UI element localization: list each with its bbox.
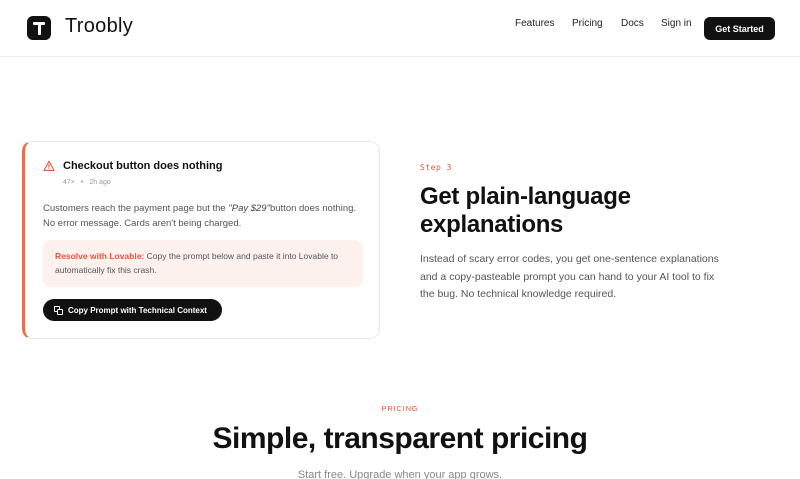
error-title: Checkout button does nothing xyxy=(63,160,223,172)
site-header: Troobly Features Pricing Docs Sign in Ge… xyxy=(0,0,800,57)
copy-icon xyxy=(54,305,63,315)
warning-triangle-icon xyxy=(43,160,55,172)
copy-prompt-button[interactable]: Copy Prompt with Technical Context xyxy=(43,299,222,321)
logo-text[interactable]: Troobly xyxy=(65,15,133,38)
copy-prompt-label: Copy Prompt with Technical Context xyxy=(68,305,207,315)
pay-quote: "Pay $29" xyxy=(228,203,270,214)
error-description: Customers reach the payment page but the… xyxy=(43,203,357,229)
get-started-button[interactable]: Get Started xyxy=(704,17,775,40)
pricing-subtitle: Start free. Upgrade when your app grows. xyxy=(297,469,503,479)
nav-sign-in[interactable]: Sign in xyxy=(661,18,692,29)
resolve-box: Resolve with Lovable: Copy the prompt be… xyxy=(43,240,363,287)
error-time: 2h ago xyxy=(89,179,111,186)
error-card: Checkout button does nothing 47× • 2h ago … xyxy=(22,141,380,339)
occurrence-count: 47× xyxy=(63,179,75,186)
step-title: Get plain-language explanations xyxy=(420,183,631,238)
resolve-lead: Resolve with Lovable: xyxy=(55,251,145,261)
step-label: Step 3 xyxy=(420,163,452,172)
pricing-eyebrow: PRICING xyxy=(381,404,419,413)
pricing-title: Simple, transparent pricing xyxy=(212,422,588,455)
step-body: Instead of scary error codes, you get on… xyxy=(420,253,719,300)
nav-docs[interactable]: Docs xyxy=(621,18,644,29)
nav-features[interactable]: Features xyxy=(515,18,554,29)
nav-pricing[interactable]: Pricing xyxy=(572,18,603,29)
error-meta: 47× • 2h ago xyxy=(63,179,111,186)
logo-icon[interactable] xyxy=(27,16,51,40)
